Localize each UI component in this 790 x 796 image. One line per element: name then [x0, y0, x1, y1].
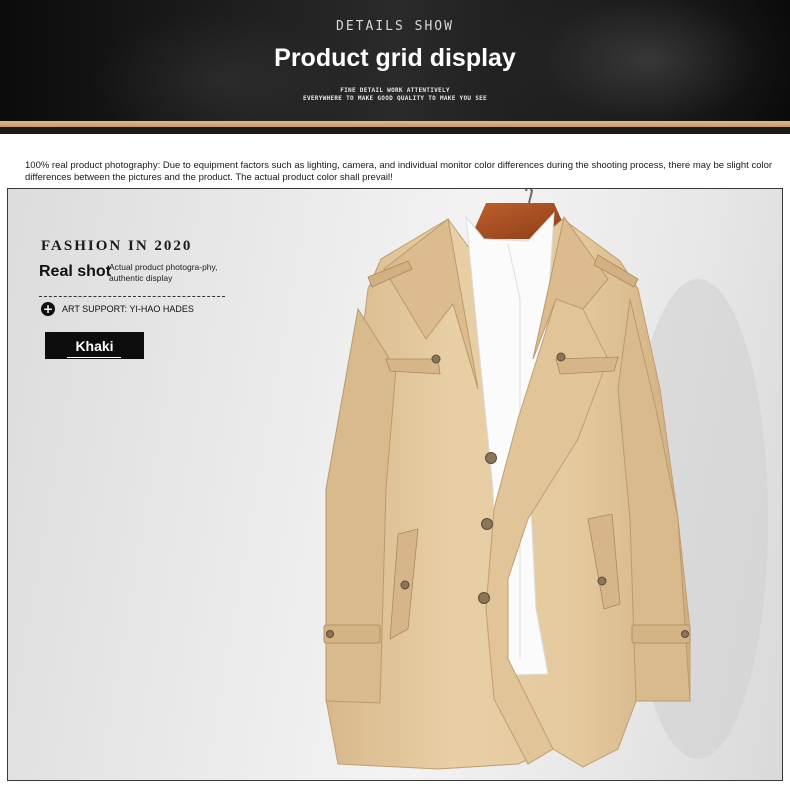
real-shot-description: Actual product photogra-phy, authentic d…	[109, 262, 218, 283]
fashion-year-heading: FASHION IN 2020	[41, 238, 193, 254]
plus-circle-icon: +	[41, 302, 55, 316]
banner-base-bar	[0, 127, 790, 134]
color-disclaimer: 100% real product photography: Due to eq…	[25, 160, 773, 183]
banner-kicker: DETAILS SHOW	[336, 19, 454, 34]
color-name-tag: Khaki	[45, 332, 144, 359]
details-banner: DETAILS SHOW Product grid display FINE D…	[0, 0, 790, 121]
banner-subtitle-line2: EVERYWHERE TO MAKE GOOD QUALITY TO MAKE …	[303, 95, 487, 102]
banner-subtitle-line1: FINE DETAIL WORK ATTENTIVELY	[340, 87, 450, 94]
banner-title: Product grid display	[274, 44, 516, 72]
product-photo-panel: FASHION IN 2020 Real shot Actual product…	[7, 188, 783, 781]
art-support-row: + ART SUPPORT: YI-HAO HADES	[41, 302, 194, 316]
real-shot-heading: Real shot	[39, 263, 112, 280]
dashed-divider	[39, 296, 225, 297]
art-support-text: ART SUPPORT: YI-HAO HADES	[62, 304, 194, 314]
